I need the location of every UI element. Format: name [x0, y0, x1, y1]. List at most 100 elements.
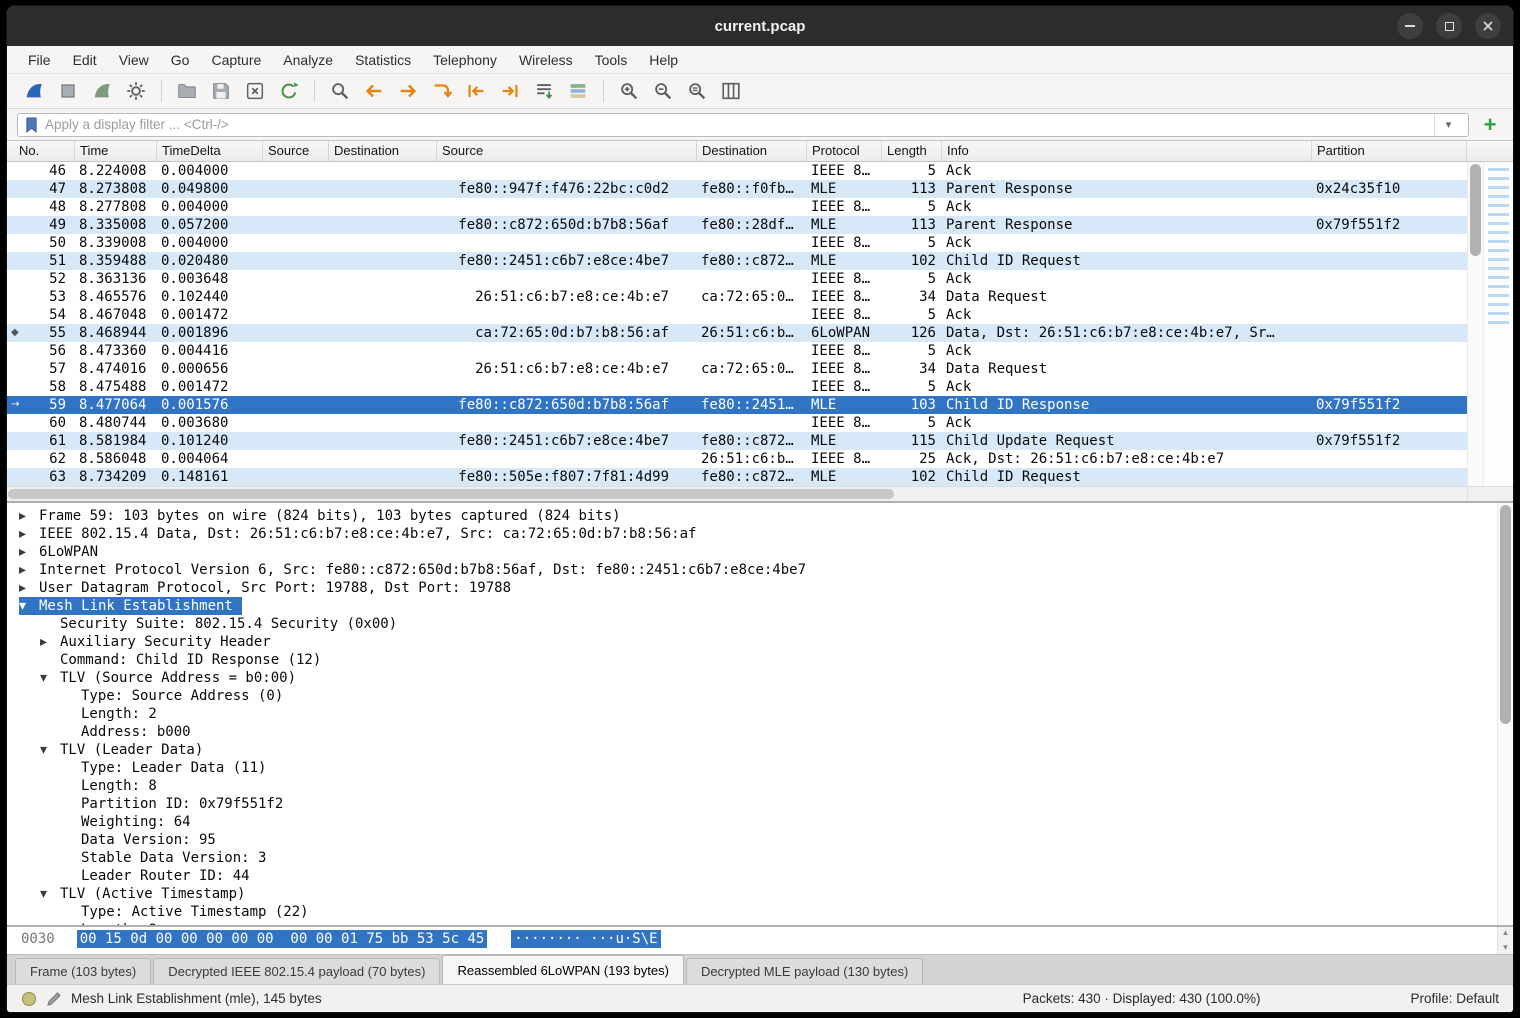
detail-line[interactable]: Type: Leader Data (11): [7, 759, 1497, 777]
packet-row[interactable]: 57 8.474016 0.000656 26:51:c6:b7:e8:ce:4…: [7, 360, 1467, 378]
expander-icon[interactable]: [61, 705, 81, 723]
hex-bytes-selected[interactable]: 00 15 0d 00 00 00 00 00 00 00 01 75 bb 5…: [77, 930, 488, 948]
go-back-button[interactable]: [359, 77, 389, 105]
packet-list-minimap[interactable]: [1483, 162, 1513, 486]
go-last-button[interactable]: [495, 77, 525, 105]
detail-line[interactable]: Data Version: 95: [7, 831, 1497, 849]
packet-row[interactable]: 58 8.475488 0.001472 IEEE 8… 5 Ack: [7, 378, 1467, 396]
expander-icon[interactable]: [19, 543, 39, 561]
detail-line[interactable]: IEEE 802.15.4 Data, Dst: 26:51:c6:b7:e8:…: [7, 525, 1497, 543]
expander-icon[interactable]: [19, 525, 39, 543]
capture-start-button[interactable]: [19, 77, 49, 105]
menu-item[interactable]: Tools: [584, 48, 639, 72]
detail-line[interactable]: 6LoWPAN: [7, 543, 1497, 561]
byte-view-tab[interactable]: Frame (103 bytes): [15, 958, 151, 984]
column-header-timedelta[interactable]: TimeDelta: [157, 141, 263, 161]
detail-line[interactable]: Length: 2: [7, 705, 1497, 723]
detail-line[interactable]: Length: 8: [7, 777, 1497, 795]
expander-icon[interactable]: [61, 723, 81, 741]
packet-list-vscrollbar-thumb[interactable]: [1470, 164, 1481, 256]
column-header-length[interactable]: Length: [882, 141, 942, 161]
detail-line[interactable]: Leader Router ID: 44: [7, 867, 1497, 885]
detail-line[interactable]: Stable Data Version: 3: [7, 849, 1497, 867]
packet-row[interactable]: 52 8.363136 0.003648 IEEE 8… 5 Ack: [7, 270, 1467, 288]
menu-item[interactable]: Help: [638, 48, 689, 72]
menu-item[interactable]: Go: [160, 48, 201, 72]
zoom-in-button[interactable]: [614, 77, 644, 105]
close-button[interactable]: [1475, 13, 1501, 39]
packet-row[interactable]: 50 8.339008 0.004000 IEEE 8… 5 Ack: [7, 234, 1467, 252]
menu-item[interactable]: Edit: [62, 48, 108, 72]
packet-row[interactable]: 49 8.335008 0.057200 fe80::c872:650d:b7b…: [7, 216, 1467, 234]
detail-line[interactable]: TLV (Active Timestamp): [7, 885, 1497, 903]
expander-icon[interactable]: [40, 615, 60, 633]
expander-icon[interactable]: [19, 507, 39, 525]
zoom-original-button[interactable]: [682, 77, 712, 105]
packet-row[interactable]: 51 8.359488 0.020480 fe80::2451:c6b7:e8c…: [7, 252, 1467, 270]
detail-line[interactable]: Type: Active Timestamp (22): [7, 903, 1497, 921]
reload-button[interactable]: [274, 77, 304, 105]
detail-line[interactable]: Mesh Link Establishment: [7, 597, 1497, 615]
hex-ascii-selected[interactable]: ········ ···u·S\E: [511, 930, 660, 948]
profile-status[interactable]: Profile: Default: [1410, 991, 1499, 1006]
filter-dropdown-button[interactable]: ▾: [1434, 114, 1462, 136]
expander-icon[interactable]: [61, 813, 81, 831]
bookmark-icon[interactable]: [24, 116, 39, 134]
detail-line[interactable]: Address: b000: [7, 723, 1497, 741]
column-header-partition[interactable]: Partition: [1312, 141, 1467, 161]
packet-row[interactable]: 63 8.734209 0.148161 fe80::505e:f807:7f8…: [7, 468, 1467, 486]
expander-icon[interactable]: [61, 759, 81, 777]
zoom-out-button[interactable]: [648, 77, 678, 105]
packet-row[interactable]: 54 8.467048 0.001472 IEEE 8… 5 Ack: [7, 306, 1467, 324]
detail-line[interactable]: Partition ID: 0x79f551f2: [7, 795, 1497, 813]
packet-list-vscrollbar[interactable]: [1467, 162, 1483, 486]
go-to-packet-button[interactable]: [427, 77, 457, 105]
auto-scroll-button[interactable]: [529, 77, 559, 105]
scroll-down-icon[interactable]: ▼: [1502, 944, 1510, 952]
packet-row[interactable]: 56 8.473360 0.004416 IEEE 8… 5 Ack: [7, 342, 1467, 360]
detail-line[interactable]: TLV (Leader Data): [7, 741, 1497, 759]
expander-icon[interactable]: [40, 885, 60, 903]
packet-row[interactable]: 48 8.277808 0.004000 IEEE 8… 5 Ack: [7, 198, 1467, 216]
maximize-button[interactable]: [1436, 13, 1462, 39]
file-save-button[interactable]: [206, 77, 236, 105]
packet-row[interactable]: 47 8.273808 0.049800 fe80::947f:f476:22b…: [7, 180, 1467, 198]
menu-item[interactable]: Analyze: [272, 48, 344, 72]
byte-view-tab[interactable]: Reassembled 6LoWPAN (193 bytes): [442, 955, 683, 984]
detail-line[interactable]: Type: Source Address (0): [7, 687, 1497, 705]
packet-row[interactable]: 61 8.581984 0.101240 fe80::2451:c6b7:e8c…: [7, 432, 1467, 450]
menu-item[interactable]: View: [108, 48, 160, 72]
menu-item[interactable]: File: [17, 48, 62, 72]
capture-options-button[interactable]: [121, 77, 151, 105]
expander-icon[interactable]: [40, 633, 60, 651]
packet-row[interactable]: 46 8.224008 0.004000 IEEE 8… 5 Ack: [7, 162, 1467, 180]
detail-line[interactable]: User Datagram Protocol, Src Port: 19788,…: [7, 579, 1497, 597]
expander-icon[interactable]: [61, 849, 81, 867]
packet-row[interactable]: ◆55 8.468944 0.001896 ca:72:65:0d:b7:b8:…: [7, 324, 1467, 342]
packet-list-hscrollbar-thumb[interactable]: [8, 489, 894, 499]
find-packet-button[interactable]: [325, 77, 355, 105]
expander-icon[interactable]: [61, 903, 81, 921]
minimize-button[interactable]: [1397, 13, 1423, 39]
packet-list-hscrollbar[interactable]: [7, 486, 1513, 501]
detail-line[interactable]: Command: Child ID Response (12): [7, 651, 1497, 669]
detail-line[interactable]: Frame 59: 103 bytes on wire (824 bits), …: [7, 507, 1497, 525]
packet-row[interactable]: →59 8.477064 0.001576 fe80::c872:650d:b7…: [7, 396, 1467, 414]
column-header-time[interactable]: Time: [75, 141, 157, 161]
expander-icon[interactable]: [61, 687, 81, 705]
details-vscrollbar-thumb[interactable]: [1500, 505, 1511, 724]
scroll-up-icon[interactable]: ▲: [1502, 929, 1510, 937]
expander-icon[interactable]: [61, 777, 81, 795]
expert-info-icon[interactable]: [21, 991, 37, 1007]
expander-icon[interactable]: [40, 741, 60, 759]
column-header-source2[interactable]: Source: [437, 141, 697, 161]
filter-add-button[interactable]: +: [1477, 113, 1503, 137]
hex-line[interactable]: 003000 15 0d 00 00 00 00 00 00 00 01 75 …: [7, 927, 1497, 954]
packet-row[interactable]: 60 8.480744 0.003680 IEEE 8… 5 Ack: [7, 414, 1467, 432]
expander-icon[interactable]: [19, 597, 39, 615]
expander-icon[interactable]: [19, 561, 39, 579]
go-forward-button[interactable]: [393, 77, 423, 105]
packet-row[interactable]: 53 8.465576 0.102440 26:51:c6:b7:e8:ce:4…: [7, 288, 1467, 306]
column-header-dest2[interactable]: Destination: [697, 141, 807, 161]
menu-item[interactable]: Statistics: [344, 48, 422, 72]
